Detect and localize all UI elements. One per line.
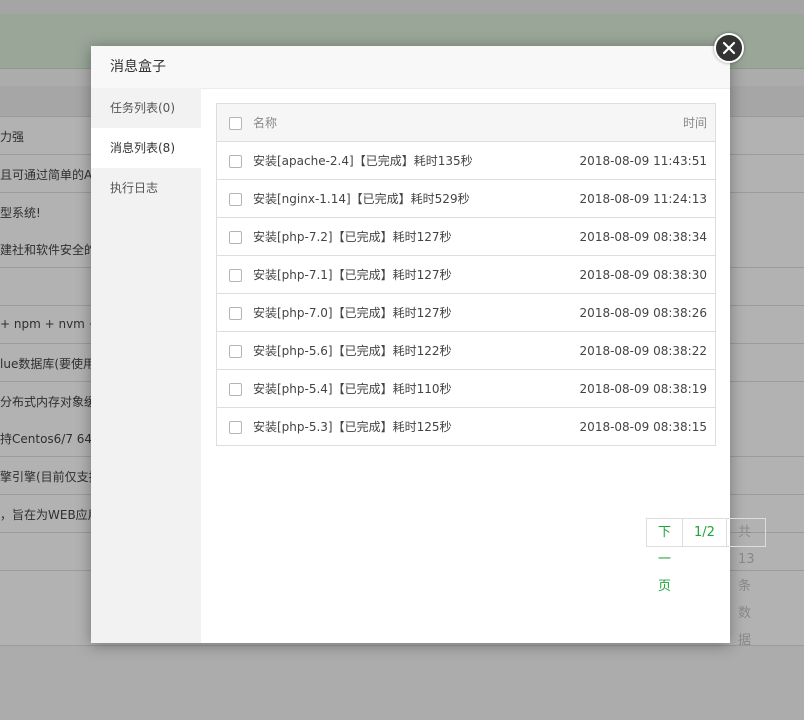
message-name: 安装[apache-2.4]【已完成】耗时135秒 <box>253 141 567 180</box>
dialog-sidebar: 任务列表(0) 消息列表(8) 执行日志 <box>91 88 201 643</box>
message-time: 2018-08-09 11:43:51 <box>567 141 716 180</box>
message-time: 2018-08-09 08:38:19 <box>567 369 716 408</box>
pagination: 下一页 1/2 共13条数据 <box>646 518 767 648</box>
table-row: 安装[apache-2.4]【已完成】耗时135秒 2018-08-09 11:4… <box>216 141 716 180</box>
message-time: 2018-08-09 08:38:15 <box>567 407 716 446</box>
row-checkbox[interactable] <box>228 268 242 282</box>
row-select-cell <box>216 331 253 370</box>
row-select-cell <box>216 179 253 218</box>
message-box-dialog: 消息盒子 任务列表(0) 消息列表(8) 执行日志 名称 时间 安装[apach… <box>91 46 767 648</box>
message-time: 2018-08-09 08:38:34 <box>567 217 716 256</box>
select-all-cell <box>216 103 253 142</box>
message-list-panel: 名称 时间 安装[apache-2.4]【已完成】耗时135秒 2018-08-0… <box>216 103 767 648</box>
sidebar-item-execution-log[interactable]: 执行日志 <box>91 168 201 208</box>
column-header-time: 时间 <box>567 103 716 142</box>
select-all-checkbox[interactable] <box>228 116 242 130</box>
message-name: 安装[nginx-1.14]【已完成】耗时529秒 <box>253 179 567 218</box>
sidebar-item-label: 任务列表(0) <box>110 101 175 115</box>
message-time: 2018-08-09 08:38:22 <box>567 331 716 370</box>
table-row: 安装[php-7.1]【已完成】耗时127秒 2018-08-09 08:38:3… <box>216 255 716 294</box>
sidebar-item-task-list[interactable]: 任务列表(0) <box>91 88 201 128</box>
dialog-title: 消息盒子 <box>110 59 166 75</box>
total-count: 共13条数据 <box>725 519 766 648</box>
sidebar-item-label: 执行日志 <box>110 181 159 195</box>
row-checkbox[interactable] <box>228 306 242 320</box>
row-select-cell <box>216 293 253 332</box>
column-header-name: 名称 <box>253 103 567 142</box>
row-select-cell <box>216 217 253 256</box>
message-name: 安装[php-7.0]【已完成】耗时127秒 <box>253 293 567 332</box>
row-checkbox[interactable] <box>228 382 242 396</box>
row-select-cell <box>216 407 253 446</box>
table-row: 安装[php-5.3]【已完成】耗时125秒 2018-08-09 08:38:1… <box>216 407 716 446</box>
message-name: 安装[php-5.3]【已完成】耗时125秒 <box>253 407 567 446</box>
dialog-header: 消息盒子 <box>91 46 730 89</box>
table-row: 安装[php-7.0]【已完成】耗时127秒 2018-08-09 08:38:2… <box>216 293 716 332</box>
sidebar-item-message-list[interactable]: 消息列表(8) <box>91 128 201 168</box>
table-row: 安装[php-5.4]【已完成】耗时110秒 2018-08-09 08:38:1… <box>216 369 716 408</box>
message-name: 安装[php-7.1]【已完成】耗时127秒 <box>253 255 567 294</box>
row-checkbox[interactable] <box>228 420 242 434</box>
close-button[interactable] <box>714 33 744 63</box>
table-row: 安装[php-7.2]【已完成】耗时127秒 2018-08-09 08:38:3… <box>216 217 716 256</box>
row-checkbox[interactable] <box>228 192 242 206</box>
table-row: 安装[nginx-1.14]【已完成】耗时529秒 2018-08-09 11:2… <box>216 179 716 218</box>
row-checkbox[interactable] <box>228 154 242 168</box>
message-time: 2018-08-09 11:24:13 <box>567 179 716 218</box>
close-icon <box>722 41 736 55</box>
message-time: 2018-08-09 08:38:30 <box>567 255 716 294</box>
table-row: 安装[php-5.6]【已完成】耗时122秒 2018-08-09 08:38:2… <box>216 331 716 370</box>
row-select-cell <box>216 255 253 294</box>
page-indicator: 1/2 <box>682 519 726 546</box>
next-page-button[interactable]: 下一页 <box>647 519 682 594</box>
row-checkbox[interactable] <box>228 344 242 358</box>
message-name: 安装[php-7.2]【已完成】耗时127秒 <box>253 217 567 256</box>
message-name: 安装[php-5.6]【已完成】耗时122秒 <box>253 331 567 370</box>
sidebar-item-label: 消息列表(8) <box>110 141 175 155</box>
row-checkbox[interactable] <box>228 230 242 244</box>
row-select-cell <box>216 369 253 408</box>
message-time: 2018-08-09 08:38:26 <box>567 293 716 332</box>
table-header-row: 名称 时间 <box>216 103 716 142</box>
message-name: 安装[php-5.4]【已完成】耗时110秒 <box>253 369 567 408</box>
message-table: 名称 时间 安装[apache-2.4]【已完成】耗时135秒 2018-08-0… <box>216 103 716 446</box>
row-select-cell <box>216 141 253 180</box>
